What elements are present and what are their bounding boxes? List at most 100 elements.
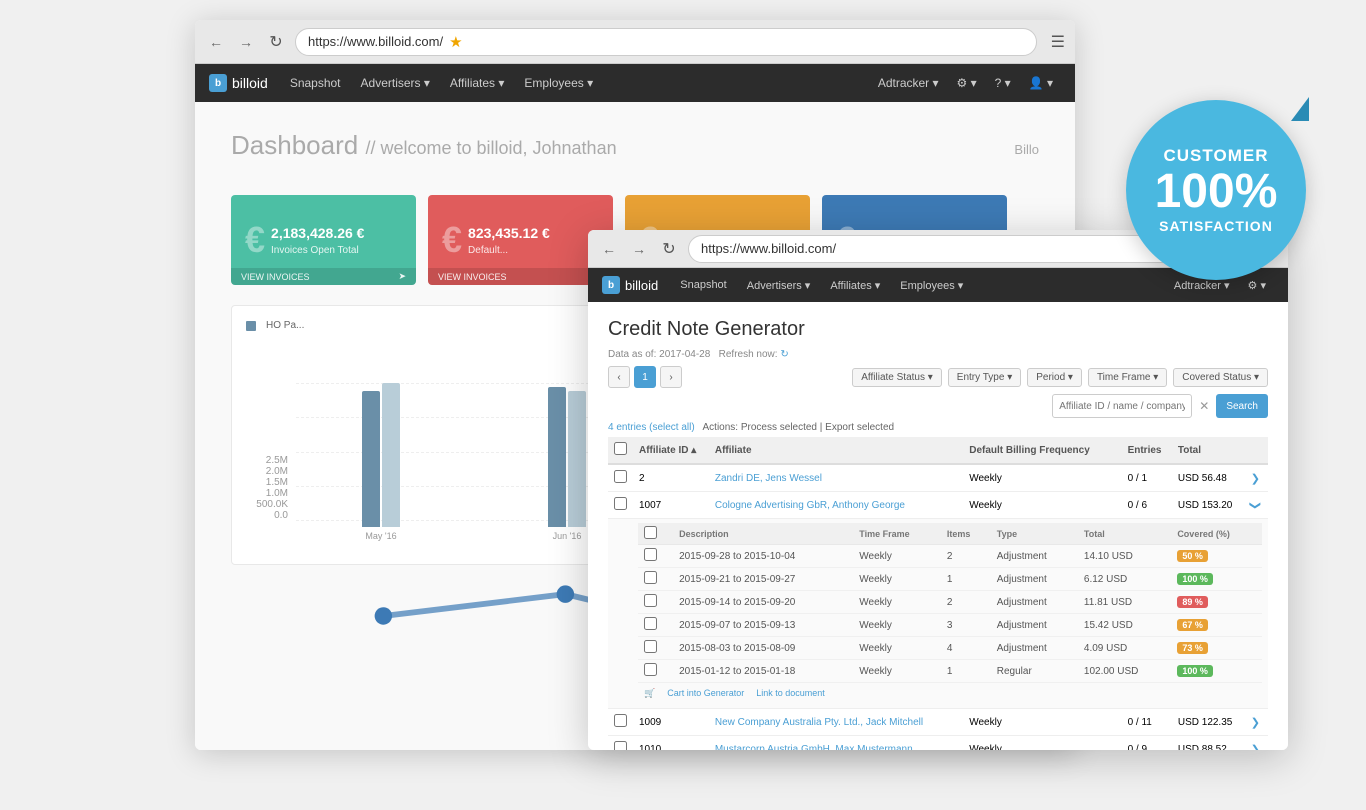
row2-expand-btn[interactable]: ❯	[1251, 716, 1260, 729]
covered-badge-1: 100 %	[1177, 573, 1213, 585]
row3-expand-btn[interactable]: ❯	[1251, 743, 1260, 751]
row0-total: USD 56.48	[1172, 464, 1245, 492]
row2-total: USD 122.35	[1172, 709, 1245, 736]
nav-advertisers-front[interactable]: Advertisers ▾	[739, 275, 819, 296]
stat-value-1: 823,435.12 €	[468, 224, 599, 242]
nav-affiliates-front[interactable]: Affiliates ▾	[822, 275, 888, 296]
reload-button[interactable]: ↻	[265, 31, 287, 53]
sub-th-desc: Description	[673, 523, 853, 545]
nav-user-back[interactable]: 👤 ▾	[1021, 72, 1061, 94]
row3-freq: Weekly	[963, 736, 1108, 751]
nav-employees-back[interactable]: Employees ▾	[516, 72, 601, 94]
actions-text: Actions: Process selected | Export selec…	[703, 422, 895, 433]
nav-employees-front[interactable]: Employees ▾	[892, 275, 971, 296]
search-clear-btn[interactable]: ✕	[1196, 399, 1212, 413]
sub-row-check-1[interactable]	[644, 571, 657, 584]
sub-row-items-0: 2	[941, 545, 991, 568]
url-bar[interactable]: https://www.billoid.com/ ★	[295, 28, 1037, 56]
th-affiliate: Affiliate	[709, 437, 950, 464]
cart-into-gen-link[interactable]: Cart into Generator	[667, 688, 744, 699]
stat-footer-0: VIEW INVOICES	[241, 272, 310, 282]
sub-row-check-2[interactable]	[644, 594, 657, 607]
row3-checkbox[interactable]	[614, 741, 627, 750]
filter-covered-status[interactable]: Covered Status ▾	[1173, 368, 1268, 387]
filter-time-frame[interactable]: Time Frame ▾	[1088, 368, 1167, 387]
row0-id: 2	[633, 464, 709, 492]
filter-affiliate-status[interactable]: Affiliate Status ▾	[852, 368, 942, 387]
sub-row-desc-4: 2015-08-03 to 2015-08-09	[673, 637, 853, 660]
bar-group-0: May '16	[296, 383, 466, 541]
nav-settings-back[interactable]: ⚙ ▾	[949, 72, 985, 94]
back-button-front[interactable]: ←	[598, 238, 620, 260]
back-app-nav: b billoid Snapshot Advertisers ▾ Affilia…	[195, 64, 1075, 102]
sub-row-tf-0: Weekly	[853, 545, 941, 568]
link-to-doc-link[interactable]: Link to document	[756, 688, 825, 699]
sub-row-type-2: Adjustment	[991, 591, 1078, 614]
sub-row-items-4: 4	[941, 637, 991, 660]
sub-row-total-2: 11.81 USD	[1078, 591, 1171, 614]
sub-table-data-row: 2015-09-21 to 2015-09-27 Weekly 1 Adjust…	[638, 568, 1262, 591]
sub-row-type-1: Adjustment	[991, 568, 1078, 591]
nav-snapshot-front[interactable]: Snapshot	[672, 275, 734, 295]
satisfaction-pct: 100%	[1155, 168, 1278, 216]
sub-th-type: Type	[991, 523, 1078, 545]
row0-affiliate[interactable]: Zandri DE, Jens Wessel	[715, 473, 822, 484]
prev-page-btn[interactable]: ‹	[608, 366, 630, 388]
sub-select-all[interactable]	[644, 526, 657, 539]
sub-row-type-4: Adjustment	[991, 637, 1078, 660]
sub-row-covered-4: 73 %	[1171, 637, 1262, 660]
row0-expand-btn[interactable]: ❯	[1251, 472, 1260, 485]
forward-button[interactable]: →	[235, 31, 257, 53]
row1-id: 1007	[633, 492, 709, 519]
nav-affiliates-back[interactable]: Affiliates ▾	[442, 72, 513, 94]
nav-help-back[interactable]: ? ▾	[987, 72, 1019, 94]
refresh-link[interactable]: ↻	[780, 349, 788, 360]
sub-row-check-4[interactable]	[644, 640, 657, 653]
sub-row-covered-5: 100 %	[1171, 660, 1262, 683]
row3-affiliate[interactable]: Mustarcorp Austria GmbH, Max Mustermann	[715, 744, 913, 751]
stat-card-1: € 823,435.12 € Default... VIEW INVOICES …	[428, 195, 613, 285]
row2-affiliate[interactable]: New Company Australia Pty. Ltd., Jack Mi…	[715, 717, 923, 728]
th-affiliate-id[interactable]: Affiliate ID ▴	[633, 437, 709, 464]
row1-checkbox[interactable]	[614, 497, 627, 510]
row2-checkbox[interactable]	[614, 714, 627, 727]
row0-checkbox[interactable]	[614, 470, 627, 483]
stat-footer-1: VIEW INVOICES	[438, 272, 507, 282]
nav-advertisers-back[interactable]: Advertisers ▾	[353, 72, 438, 94]
sub-row-type-3: Adjustment	[991, 614, 1078, 637]
back-button[interactable]: ←	[205, 31, 227, 53]
search-input[interactable]	[1052, 394, 1192, 418]
nav-adtracker-back[interactable]: Adtracker ▾	[870, 72, 947, 94]
sub-row-type-5: Regular	[991, 660, 1078, 683]
row1-collapse-btn[interactable]: ❯	[1249, 500, 1262, 509]
th-spacer2	[1108, 437, 1121, 464]
sub-row-check-3[interactable]	[644, 617, 657, 630]
covered-badge-0: 50 %	[1177, 550, 1208, 562]
select-all-checkbox[interactable]	[614, 442, 627, 455]
reload-button-front[interactable]: ↻	[658, 238, 680, 260]
bookmark-icon[interactable]: ★	[449, 33, 462, 51]
next-page-btn[interactable]: ›	[660, 366, 682, 388]
entries-select-all[interactable]: 4 entries (select all)	[608, 422, 695, 433]
sub-row-desc-5: 2015-01-12 to 2015-01-18	[673, 660, 853, 683]
row1-freq: Weekly	[963, 492, 1108, 519]
page-1-btn[interactable]: 1	[634, 366, 656, 388]
bar-label-1: Jun '16	[553, 531, 582, 541]
sub-row-check-0[interactable]	[644, 548, 657, 561]
brand-name-back: billoid	[232, 75, 268, 91]
menu-icon[interactable]: ☰	[1051, 32, 1065, 52]
filter-period[interactable]: Period ▾	[1027, 368, 1082, 387]
bar-light-0	[382, 383, 400, 527]
nav-snapshot-back[interactable]: Snapshot	[282, 72, 349, 94]
y-2.0m: 2.0M	[266, 466, 288, 477]
pagination-ctrl: ‹ 1 ›	[608, 366, 682, 388]
sub-row-check-5[interactable]	[644, 663, 657, 676]
row1-affiliate[interactable]: Cologne Advertising GbR, Anthony George	[715, 500, 905, 511]
filter-entry-type[interactable]: Entry Type ▾	[948, 368, 1021, 387]
badge-triangle-decoration	[1291, 97, 1309, 121]
th-total: Total	[1172, 437, 1245, 464]
stat-card-0: € 2,183,428.26 € Invoices Open Total VIE…	[231, 195, 416, 285]
search-button[interactable]: Search	[1216, 394, 1268, 418]
nav-settings-front[interactable]: ⚙ ▾	[1240, 275, 1274, 296]
forward-button-front[interactable]: →	[628, 238, 650, 260]
